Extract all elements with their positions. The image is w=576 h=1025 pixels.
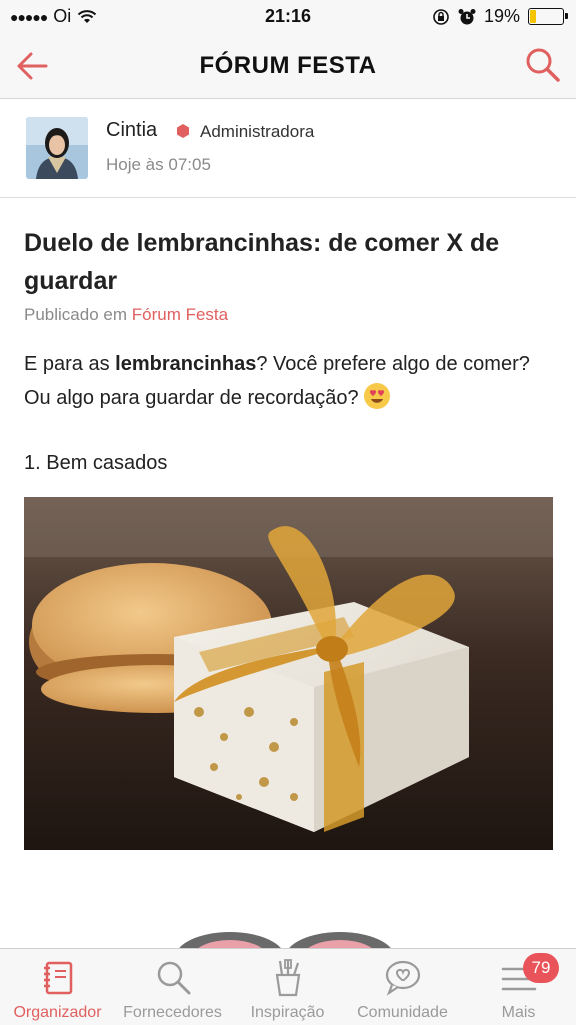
status-right: 19%: [432, 6, 568, 27]
published-in: Publicado em Fórum Festa: [24, 305, 228, 325]
page-title: FÓRUM FESTA: [199, 52, 377, 79]
tab-inspiracao[interactable]: Inspiração: [230, 949, 345, 1025]
tab-label: Fornecedores: [123, 1004, 222, 1021]
tab-bar: Organizador Fornecedores Inspiração Comu…: [0, 948, 576, 1025]
body-bold: lembrancinhas: [115, 353, 257, 375]
admin-badge-icon: [177, 124, 189, 138]
battery-percent: 19%: [483, 6, 520, 26]
notification-badge: 79: [523, 953, 559, 983]
list-item: 1. Bem casados: [24, 452, 168, 474]
tab-label: Comunidade: [357, 1004, 448, 1021]
author-header: Cintia Administradora Hoje às 07:05: [0, 99, 576, 198]
author-role: Administradora: [200, 122, 315, 141]
heart-eyes-emoji-icon: [363, 383, 390, 409]
bunny-ears-decoration: [177, 932, 393, 950]
tab-label: Mais: [501, 1004, 536, 1021]
battery-icon: [528, 8, 568, 25]
pencil-cup-icon: [275, 959, 300, 997]
notebook-icon: [43, 961, 72, 995]
tab-organizador[interactable]: Organizador: [0, 949, 115, 1025]
tab-comunidade[interactable]: Comunidade: [345, 949, 460, 1025]
forum-link[interactable]: Fórum Festa: [132, 305, 228, 324]
author-name[interactable]: Cintia: [106, 119, 157, 142]
nav-bar: FÓRUM FESTA: [0, 34, 576, 99]
tab-label: Organizador: [13, 1004, 102, 1021]
published-prefix: Publicado em: [24, 305, 128, 324]
search-icon: [157, 961, 190, 995]
post-title: Duelo de lembrancinhas: de comer X de gu…: [24, 229, 500, 295]
tab-label: Inspiração: [250, 1004, 325, 1021]
body-text-1: E para as: [24, 353, 116, 375]
search-icon[interactable]: [524, 46, 562, 84]
chat-heart-icon: [385, 960, 420, 996]
tab-fornecedores[interactable]: Fornecedores: [115, 949, 230, 1025]
avatar[interactable]: [26, 117, 88, 179]
alarm-icon: [458, 8, 476, 24]
rotation-lock-icon: [433, 8, 449, 25]
battery-fill: [530, 10, 536, 23]
tab-mais[interactable]: 79 Mais: [461, 949, 576, 1025]
post-timestamp: Hoje às 07:05: [106, 155, 211, 174]
bem-casados-photo[interactable]: [24, 497, 553, 850]
post-body: E para as lembrancinhas? Você prefere al…: [24, 347, 554, 415]
status-bar: ●●●●● Oi 21:16 19%: [0, 0, 576, 34]
